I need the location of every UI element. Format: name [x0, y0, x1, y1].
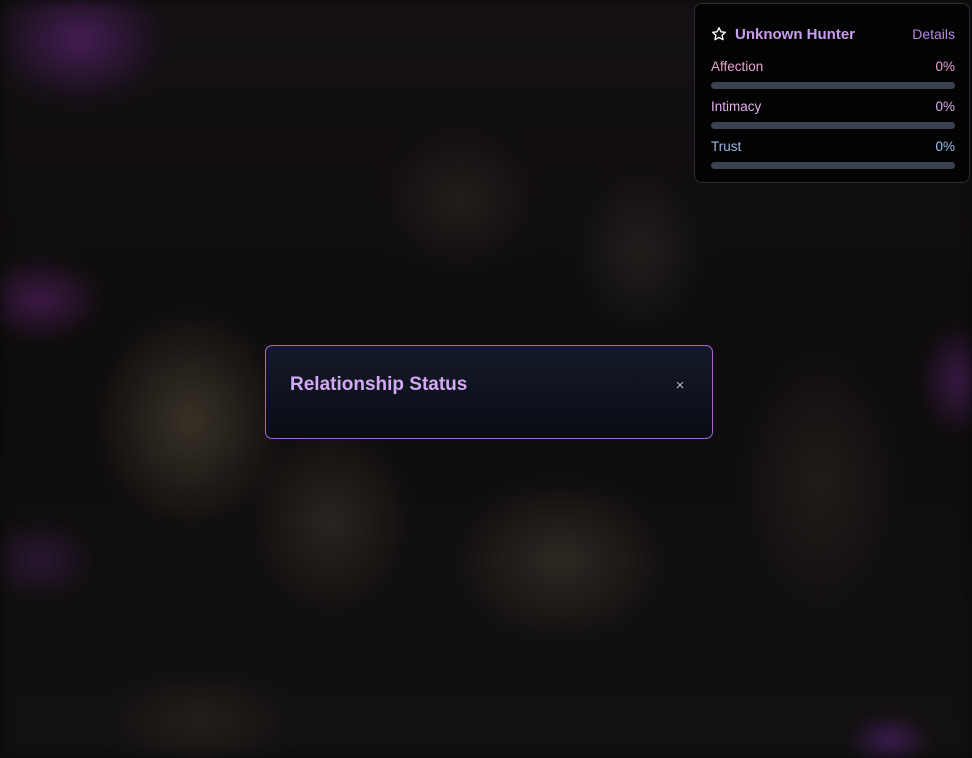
stat-value: 0% — [935, 59, 955, 74]
stat-label: Affection — [711, 59, 764, 74]
relationship-status-dialog: Relationship Status × — [265, 345, 713, 439]
stat-label: Trust — [711, 139, 742, 154]
game-screen: Unknown Hunter Details Affection 0% Inti… — [0, 0, 972, 758]
stat-trust: Trust 0% — [711, 138, 955, 170]
relationship-stats-panel: Unknown Hunter Details Affection 0% Inti… — [694, 3, 970, 183]
stat-value: 0% — [935, 139, 955, 154]
star-outline-icon — [712, 27, 726, 41]
stats-header: Unknown Hunter Details — [711, 24, 955, 44]
close-icon[interactable]: × — [672, 376, 688, 396]
trust-progress-bar — [711, 162, 955, 169]
stat-value: 0% — [935, 99, 955, 114]
character-name: Unknown Hunter — [735, 25, 855, 43]
stat-label: Intimacy — [711, 99, 762, 114]
stat-intimacy: Intimacy 0% — [711, 98, 955, 130]
affection-progress-bar — [711, 82, 955, 89]
intimacy-progress-bar — [711, 122, 955, 129]
dialog-title: Relationship Status — [290, 374, 468, 395]
stat-affection: Affection 0% — [711, 58, 955, 90]
details-link[interactable]: Details — [912, 26, 955, 42]
